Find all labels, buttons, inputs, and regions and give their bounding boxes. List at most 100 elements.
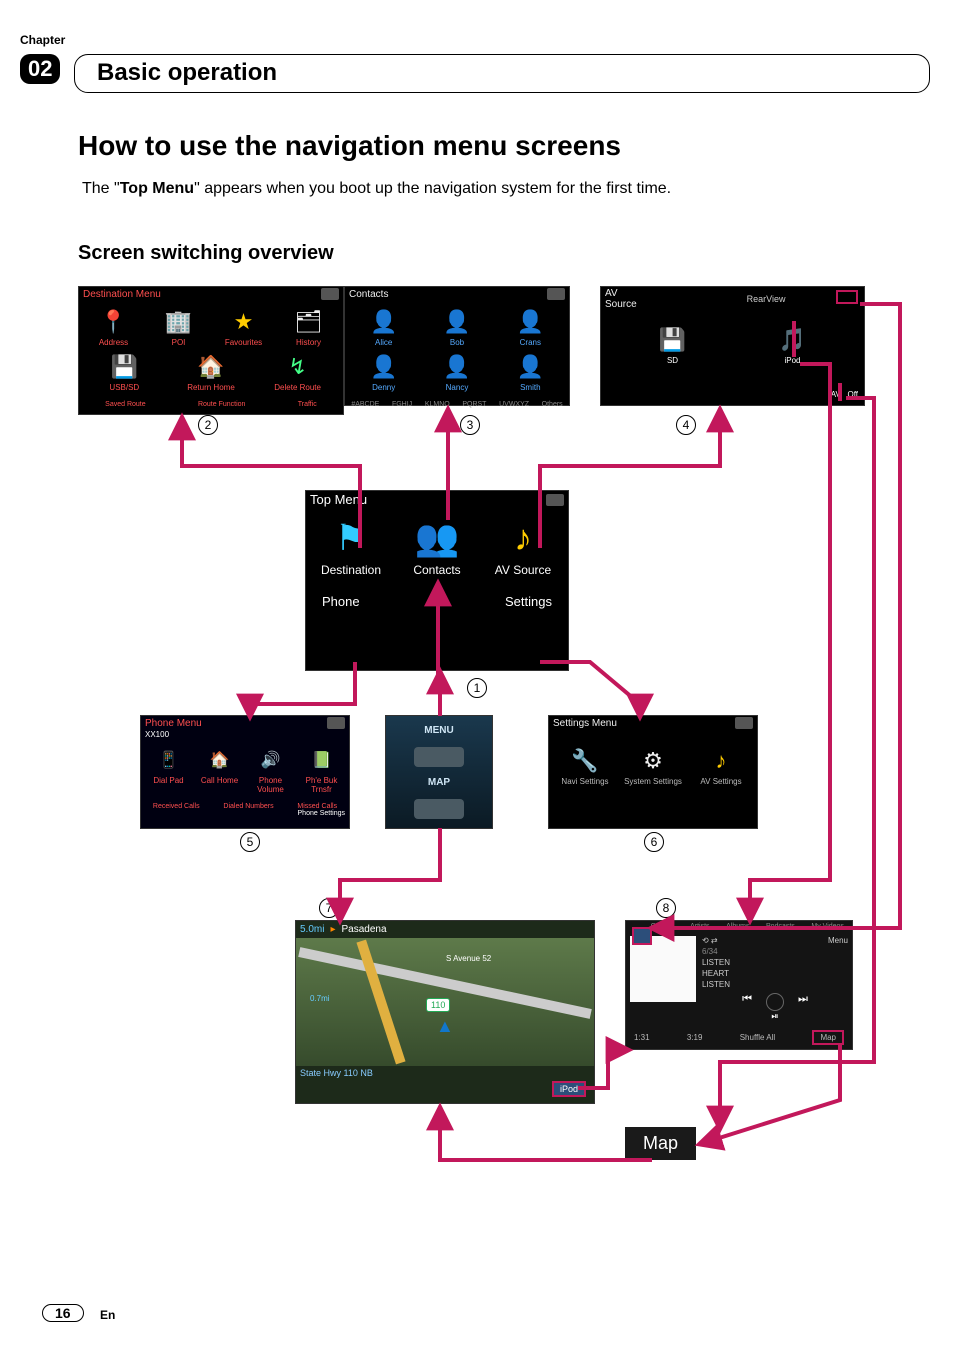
map-button[interactable]: Map	[812, 1030, 844, 1045]
route-icon: ↯	[284, 353, 312, 381]
loop-icon[interactable]: ⟲ ⇄	[702, 936, 718, 945]
delete-route-label: Delete Route	[274, 383, 321, 392]
shuffle-button[interactable]: Shuffle All	[740, 1033, 775, 1042]
contact-item[interactable]: 👤Crans	[500, 308, 560, 347]
pb-transfer-item[interactable]: 📗Ph'e Buk Trnsfr	[298, 746, 346, 794]
poi-item[interactable]: 🏢POI	[149, 308, 209, 347]
favourites-item[interactable]: ★Favourites	[214, 308, 274, 347]
history-item[interactable]: 🗂History	[279, 308, 339, 347]
status-bar: State Hwy 110 NB	[300, 1068, 373, 1078]
person-icon: 👤	[443, 308, 471, 336]
play-button[interactable]: ⏯	[702, 1011, 848, 1022]
tab-podcasts[interactable]: Podcasts	[766, 923, 795, 930]
phone-settings-link[interactable]: Phone Settings	[141, 810, 349, 817]
map-label: Map	[625, 1127, 696, 1160]
next-button[interactable]: ⏭	[798, 993, 808, 1011]
menu-link[interactable]: Menu	[828, 936, 848, 945]
contact-item[interactable]: 👤Denny	[354, 353, 414, 392]
off-label: Off	[847, 390, 858, 399]
system-settings-label: System Settings	[624, 777, 682, 786]
system-settings-item[interactable]: ⚙ System Settings	[621, 747, 685, 786]
map-button-label[interactable]: MAP	[428, 777, 450, 788]
back-icon[interactable]	[546, 494, 564, 506]
intro-bold: Top Menu	[120, 180, 194, 197]
tab-genres[interactable]: Genres	[651, 923, 674, 930]
navi-settings-item[interactable]: 🔧Navi Settings	[553, 747, 617, 786]
dial-pad-item[interactable]: 📱 Dial Pad	[145, 746, 193, 794]
back-icon[interactable]	[632, 927, 652, 945]
contact-item[interactable]: 👤Nancy	[427, 353, 487, 392]
home-call-icon: 🏠	[206, 746, 234, 774]
back-icon[interactable]	[547, 288, 565, 300]
section-title: How to use the navigation menu screens	[78, 130, 621, 162]
dial-pad-label: Dial Pad	[153, 776, 183, 785]
volume-icon: 🔊	[257, 746, 285, 774]
tab-albums[interactable]: Albums	[726, 923, 749, 930]
phone-volume-item[interactable]: 🔊 Phone Volume	[247, 746, 295, 794]
callout-6: 6	[644, 832, 664, 852]
contact-label: Bob	[450, 338, 464, 347]
gear-icon: ⚙	[639, 747, 667, 775]
alpha-tab[interactable]: PQRST	[462, 401, 486, 408]
sd-item[interactable]: 💾SD	[643, 326, 703, 365]
contact-item[interactable]: 👤Alice	[354, 308, 414, 347]
alpha-tab[interactable]: FGHIJ	[392, 401, 412, 408]
usb-sd-label: USB/SD	[109, 383, 139, 392]
back-icon[interactable]	[735, 717, 753, 729]
phone-button[interactable]: Phone	[322, 594, 360, 609]
destination-item[interactable]: ⚑Destination	[311, 515, 391, 577]
received-calls-tab[interactable]: Received Calls	[153, 803, 200, 810]
favourites-label: Favourites	[225, 338, 262, 347]
map-button[interactable]	[414, 799, 464, 819]
settings-menu-title: Settings Menu	[553, 718, 617, 729]
route-function-tab[interactable]: Route Function	[198, 401, 245, 408]
wrench-icon: 🔧	[571, 747, 599, 775]
alpha-tab[interactable]: KLMNO	[425, 401, 450, 408]
return-home-item[interactable]: 🏠Return Home	[181, 353, 241, 392]
contact-label: Denny	[372, 383, 395, 392]
track-count: 6/34	[702, 945, 848, 958]
alpha-tab[interactable]: #ABCDE	[351, 401, 379, 408]
back-icon[interactable]	[327, 717, 345, 729]
callout-8: 8	[656, 898, 676, 918]
menu-button-label[interactable]: MENU	[424, 725, 453, 736]
contact-item[interactable]: 👤Smith	[500, 353, 560, 392]
page-number: 16	[42, 1304, 84, 1322]
address-item[interactable]: 📍Address	[84, 308, 144, 347]
poi-label: POI	[172, 338, 186, 347]
alpha-tab[interactable]: Others	[542, 401, 563, 408]
ipod-badge[interactable]: iPod	[552, 1081, 586, 1097]
contact-item[interactable]: 👤 Bob	[427, 308, 487, 347]
chapter-label: Chapter	[20, 33, 65, 47]
pb-transfer-label: Ph'e Buk Trnsfr	[298, 776, 346, 794]
missed-calls-tab[interactable]: Missed Calls	[297, 803, 337, 810]
usb-sd-item[interactable]: 💾USB/SD	[94, 353, 154, 392]
settings-button[interactable]: Settings	[505, 594, 552, 609]
traffic-tab[interactable]: Traffic	[298, 401, 317, 408]
dialed-numbers-tab[interactable]: Dialed Numbers	[223, 803, 273, 810]
destination-label: Destination	[321, 563, 381, 577]
duration-label: 3:19	[687, 1033, 703, 1042]
back-icon[interactable]	[321, 288, 339, 300]
phone-volume-label: Phone Volume	[247, 776, 295, 794]
alpha-tab[interactable]: UVWXYZ	[499, 401, 529, 408]
dialpad-icon: 📱	[155, 746, 183, 774]
delete-route-item[interactable]: ↯ Delete Route	[268, 353, 328, 392]
av-source-item[interactable]: ♪AV Source	[483, 515, 563, 577]
rearview-button[interactable]: RearView	[747, 294, 786, 304]
prev-button[interactable]: ⏮	[742, 993, 752, 1011]
device-name: XX100	[141, 730, 349, 739]
tab-videos[interactable]: My Videos	[811, 923, 844, 930]
sub-distance: 0.7mi	[310, 994, 330, 1003]
hwy-badge: 110	[426, 998, 450, 1012]
map-canvas[interactable]: S Avenue 52 110 0.7mi ▲	[296, 938, 594, 1066]
contact-label: Nancy	[446, 383, 469, 392]
call-home-item[interactable]: 🏠Call Home	[196, 746, 244, 794]
play-ring	[766, 993, 784, 1011]
callout-4: 4	[676, 415, 696, 435]
tab-artists[interactable]: Artists	[690, 923, 709, 930]
saved-route-tab[interactable]: Saved Route	[105, 401, 145, 408]
contacts-item[interactable]: 👥Contacts	[397, 515, 477, 577]
menu-button[interactable]	[414, 747, 464, 767]
av-settings-item[interactable]: ♪AV Settings	[689, 747, 753, 786]
